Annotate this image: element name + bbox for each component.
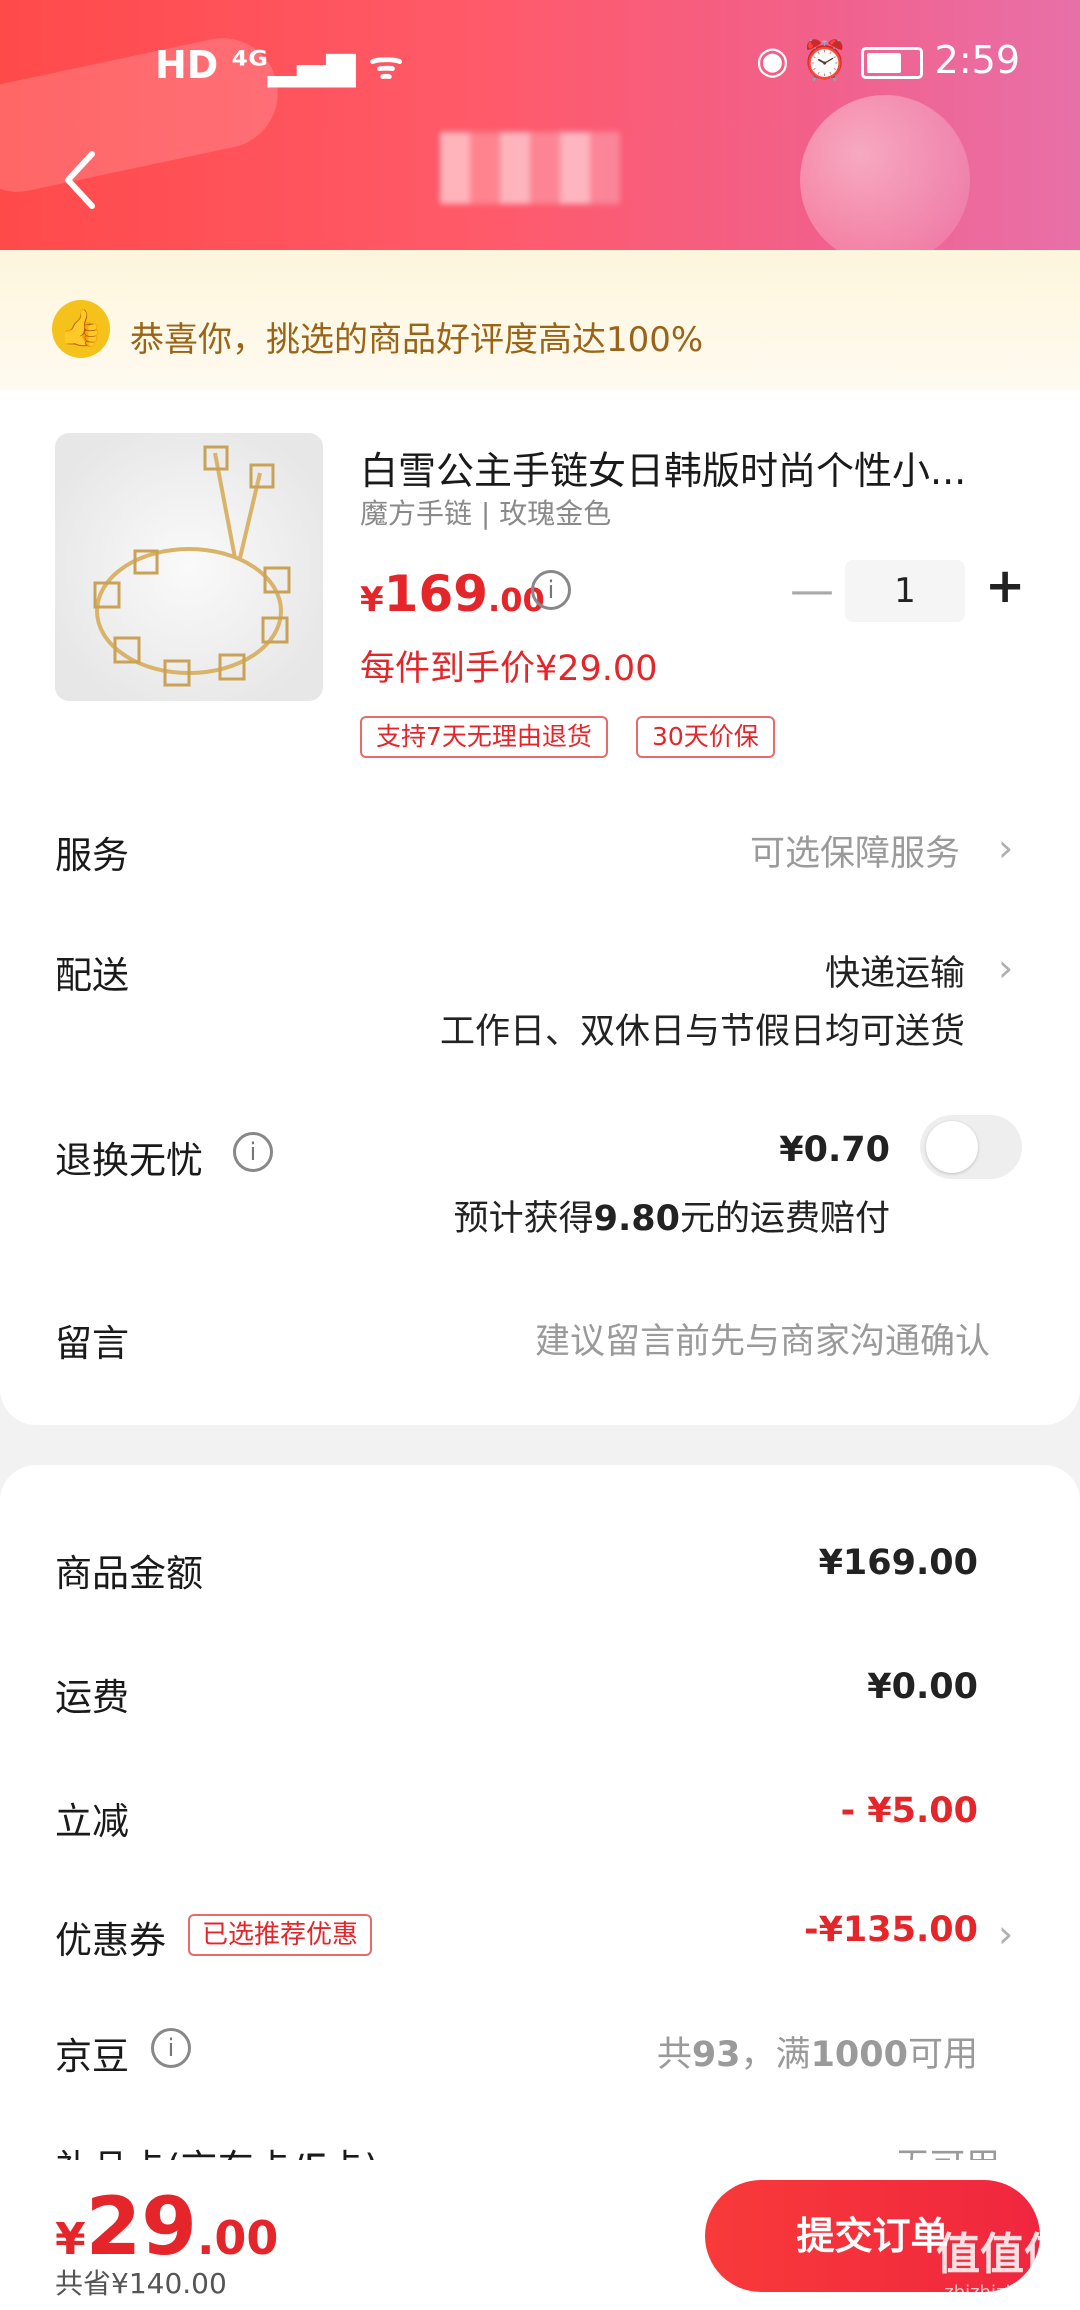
thumbs-up-icon: 👍 [52, 300, 110, 358]
quantity-increase-button[interactable]: + [985, 558, 1025, 614]
status-right: ◉ ⏰ 2:59 [756, 38, 1020, 83]
delivery-note: 工作日、双休日与节假日均可送货 [439, 1012, 965, 1052]
goods-amount-value: ¥169.00 [818, 1543, 978, 1583]
clock-time: 2:59 [934, 38, 1020, 82]
discount-value: - ¥5.00 [840, 1791, 978, 1831]
coupon-chevron-icon[interactable]: › [998, 1912, 1013, 1956]
toggle-knob [926, 1121, 978, 1173]
discount-label: 立减 [55, 1800, 129, 1843]
delivery-label: 配送 [55, 954, 129, 997]
product-price: ¥169.00 [360, 565, 545, 623]
shipping-value: ¥0.00 [867, 1667, 978, 1707]
status-bar: HD ⁴ᴳ▂▄▆ ᯤ ◉ ⏰ 2:59 [0, 0, 1080, 110]
alarm-icon: ⏰ [801, 38, 849, 82]
bracelet-illustration [93, 445, 291, 687]
tag-seven-day-return: 支持7天无理由退货 [360, 716, 608, 758]
shipping-label: 运费 [55, 1676, 129, 1719]
return-note: 预计获得9.80元的运费赔付 [453, 1199, 890, 1239]
quantity-decrease-button[interactable]: — [790, 565, 834, 616]
gift-card-label: 礼品卡(京东卡/E卡) [55, 2138, 379, 2160]
tag-price-protection: 30天价保 [636, 716, 775, 758]
message-label: 留言 [55, 1322, 129, 1365]
beans-value: 共93，满1000可用 [656, 2035, 978, 2075]
blurred-page-title [440, 132, 620, 204]
return-info-icon[interactable]: i [233, 1132, 273, 1172]
total-price: ¥29.00 [55, 2180, 279, 2273]
service-value[interactable]: 可选保障服务 [750, 825, 960, 876]
gift-card-value[interactable]: 无可用 [895, 2138, 1000, 2160]
quantity-input[interactable]: 1 [845, 560, 965, 622]
price-info-icon[interactable]: i [531, 570, 571, 610]
coupon-badge: 已选推荐优惠 [188, 1914, 373, 1956]
product-title[interactable]: 白雪公主手链女日韩版时尚个性小... [360, 440, 966, 495]
coupon-label: 优惠券 [55, 1919, 166, 1962]
service-label: 服务 [55, 834, 129, 877]
beans-label: 京豆 [55, 2035, 129, 2078]
back-arrow-icon [65, 151, 95, 209]
product-spec: 魔方手链 | 玫瑰金色 [360, 497, 612, 530]
watermark-url: zhizhizhi.com [944, 2282, 1066, 2303]
beans-info-icon[interactable]: i [151, 2028, 191, 2068]
delivery-value[interactable]: 快递运输 [825, 945, 965, 996]
goods-amount-label: 商品金额 [55, 1552, 203, 1595]
battery-icon [860, 46, 923, 79]
unit-price-text: 每件到手价¥29.00 [360, 649, 658, 689]
planet-decoration [800, 95, 970, 265]
watermark: 值值值 [936, 2229, 1068, 2280]
network-status-icons: HD ⁴ᴳ▂▄▆ ᯤ [155, 43, 404, 87]
eye-icon: ◉ [755, 38, 790, 82]
coupon-value[interactable]: -¥135.00 [804, 1910, 978, 1950]
product-image[interactable] [55, 433, 323, 701]
promo-text: 恭喜你，挑选的商品好评度高达100% [130, 320, 704, 360]
saved-amount: 共省¥140.00 [55, 2267, 227, 2300]
delivery-chevron-icon[interactable]: › [998, 946, 1013, 990]
back-button[interactable] [58, 148, 102, 212]
message-input[interactable]: 建议留言前先与商家沟通确认 [535, 1313, 990, 1364]
return-price: ¥0.70 [779, 1130, 890, 1170]
return-label: 退换无忧 [55, 1139, 203, 1182]
service-chevron-icon[interactable]: › [998, 826, 1013, 870]
